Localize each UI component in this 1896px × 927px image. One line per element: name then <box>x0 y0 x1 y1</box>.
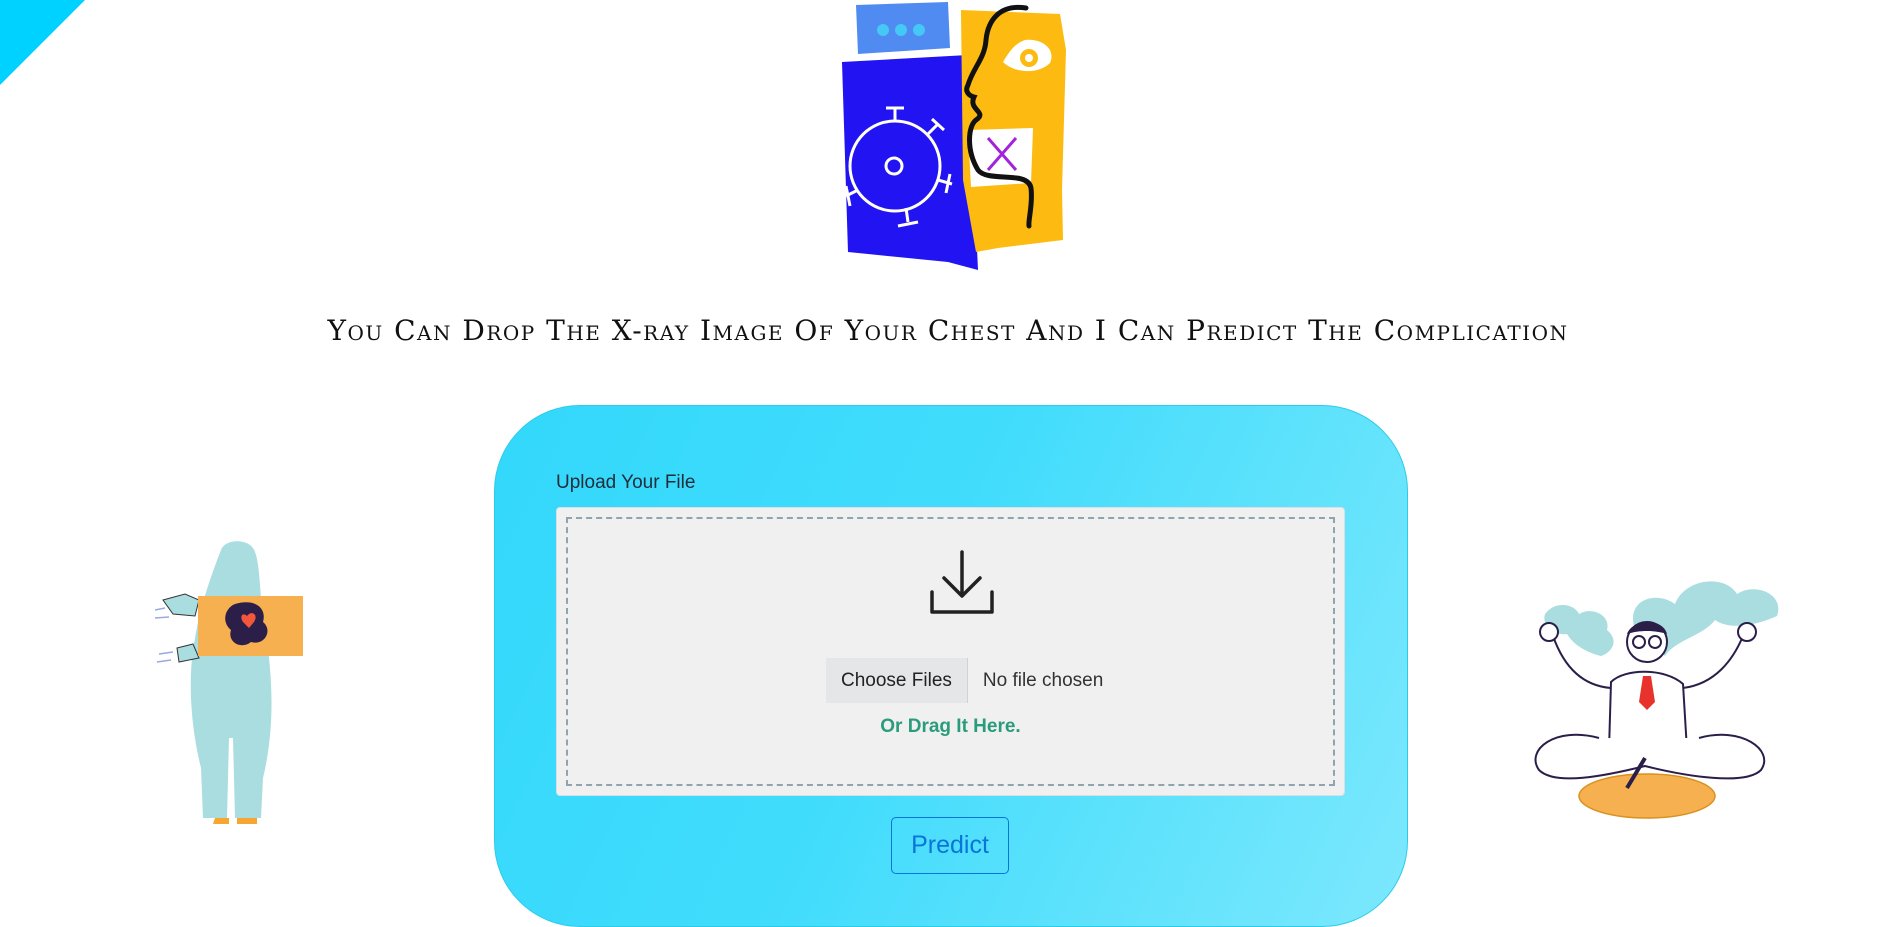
drag-hint: Or Drag It Here. <box>880 716 1021 737</box>
meditating-doctor-illustration <box>1534 581 1779 819</box>
drop-zone-border: Choose Files No file chosen Or Drag It H… <box>566 517 1335 786</box>
page-headline: You Can Drop The X-ray Image Of Your Che… <box>327 314 1569 347</box>
predict-button[interactable]: Predict <box>891 817 1009 874</box>
upload-card: Upload Your File Choose Files No file ch… <box>494 405 1408 927</box>
choose-files-button[interactable]: Choose Files <box>826 658 968 703</box>
person-holding-xray-illustration <box>155 541 303 824</box>
hero-illustration <box>842 2 1066 270</box>
download-icon <box>930 550 994 614</box>
upload-label: Upload Your File <box>556 472 696 493</box>
file-status-text: No file chosen <box>982 669 1104 691</box>
file-input[interactable]: Choose Files No file chosen <box>826 658 1103 703</box>
corner-accent <box>0 0 85 85</box>
file-drop-zone[interactable]: Choose Files No file chosen Or Drag It H… <box>556 507 1345 796</box>
